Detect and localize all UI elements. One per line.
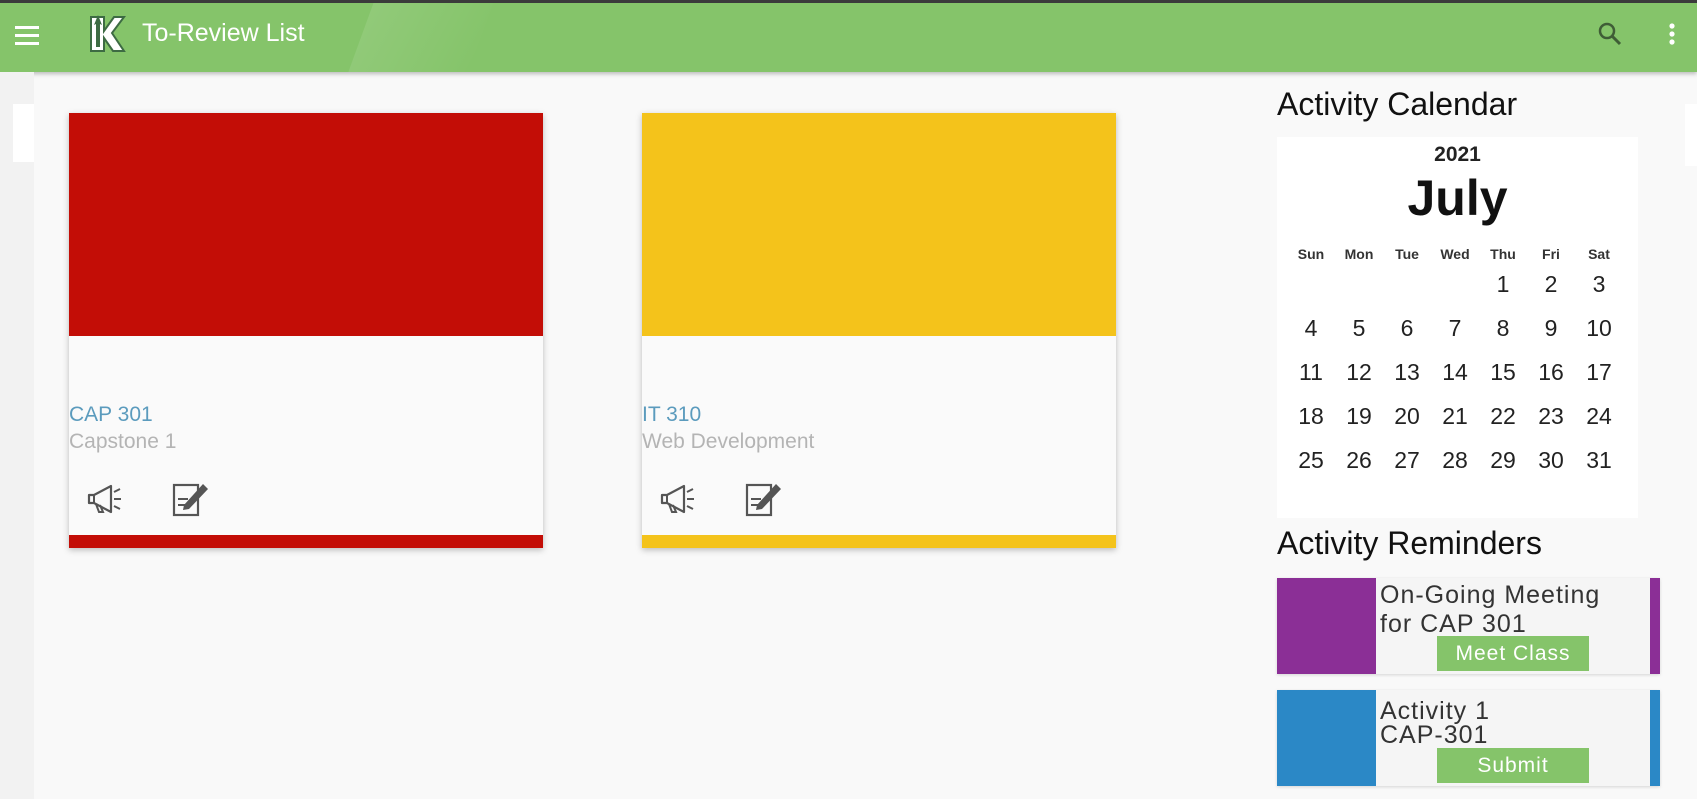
calendar-day[interactable]: 2 (1527, 266, 1575, 310)
calendar-day[interactable]: 18 (1287, 398, 1335, 442)
announcement-icon[interactable] (85, 479, 125, 519)
calendar-day[interactable]: 25 (1287, 442, 1335, 486)
calendar-empty-cell (1431, 266, 1479, 310)
activity-calendar-heading: Activity Calendar (1277, 86, 1518, 122)
calendar-empty-cell (1287, 266, 1335, 310)
calendar-day[interactable]: 27 (1383, 442, 1431, 486)
reminder-color-edge (1650, 578, 1660, 674)
calendar-day[interactable]: 7 (1431, 310, 1479, 354)
announcement-icon[interactable] (658, 479, 698, 519)
calendar-day[interactable]: 20 (1383, 398, 1431, 442)
course-color-bar (69, 535, 543, 548)
activity-calendar: 2021 July Sun Mon Tue Wed Thu Fri Sat 1 2 3 4 5 6 7 8 9… (1277, 137, 1638, 518)
calendar-day[interactable]: 30 (1527, 442, 1575, 486)
calendar-empty-cell (1383, 266, 1431, 310)
course-cover-banner (69, 113, 543, 336)
calendar-weekday-label: Mon (1344, 246, 1374, 262)
menu-button[interactable] (12, 19, 44, 51)
calendar-day[interactable]: 24 (1575, 398, 1623, 442)
calendar-day[interactable]: 17 (1575, 354, 1623, 398)
edit-document-icon[interactable] (170, 479, 210, 519)
collapsed-drawer-tab[interactable] (13, 104, 34, 162)
calendar-day[interactable]: 23 (1527, 398, 1575, 442)
edit-document-icon[interactable] (743, 479, 783, 519)
calendar-day[interactable]: 10 (1575, 310, 1623, 354)
course-code[interactable]: CAP 301 (69, 403, 153, 427)
reminder-card[interactable]: Activity 1 CAP-301 Submit (1277, 690, 1660, 786)
left-side-strip (0, 72, 34, 799)
course-card-cap-301[interactable]: CAP 301 Capstone 1 (69, 113, 543, 548)
hamburger-menu-icon-bar (15, 34, 39, 37)
submit-button[interactable]: Submit (1437, 748, 1589, 783)
activity-reminders-heading: Activity Reminders (1277, 525, 1542, 561)
reminder-color-swatch (1277, 578, 1376, 674)
reminder-title: On-Going Meeting for CAP 301 (1380, 581, 1600, 639)
calendar-day[interactable]: 5 (1335, 310, 1383, 354)
hamburger-menu-icon (15, 26, 39, 29)
reminder-title-line: for CAP 301 (1380, 610, 1527, 638)
more-vertical-icon[interactable] (1656, 18, 1688, 50)
calendar-weekday-label: Wed (1440, 246, 1470, 262)
page-title: To-Review List (142, 19, 305, 47)
calendar-day[interactable]: 14 (1431, 354, 1479, 398)
calendar-month: July (1407, 170, 1508, 226)
course-name: Web Development (642, 430, 815, 453)
calendar-year: 2021 (1434, 143, 1481, 166)
calendar-day[interactable]: 8 (1479, 310, 1527, 354)
calendar-day[interactable]: 21 (1431, 398, 1479, 442)
reminder-title-line: On-Going Meeting (1380, 581, 1601, 609)
course-name: Capstone 1 (69, 430, 177, 453)
calendar-day[interactable]: 12 (1335, 354, 1383, 398)
calendar-weekday-label: Sun (1297, 246, 1325, 262)
calendar-weekday-label: Tue (1395, 246, 1419, 262)
calendar-day[interactable]: 9 (1527, 310, 1575, 354)
calendar-day[interactable]: 19 (1335, 398, 1383, 442)
calendar-weekday-label: Sat (1588, 246, 1610, 262)
calendar-day[interactable]: 16 (1527, 354, 1575, 398)
calendar-day[interactable]: 28 (1431, 442, 1479, 486)
course-cover-banner (642, 113, 1116, 336)
calendar-empty-cell (1335, 266, 1383, 310)
app-logo (90, 15, 126, 52)
calendar-day[interactable]: 4 (1287, 310, 1335, 354)
calendar-day[interactable]: 11 (1287, 354, 1335, 398)
course-card-it-310[interactable]: IT 310 Web Development (642, 113, 1116, 548)
calendar-day[interactable]: 29 (1479, 442, 1527, 486)
calendar-day[interactable]: 15 (1479, 354, 1527, 398)
meet-class-button[interactable]: Meet Class (1437, 636, 1589, 671)
calendar-day[interactable]: 1 (1479, 266, 1527, 310)
calendar-day[interactable]: 6 (1383, 310, 1431, 354)
hamburger-menu-icon-bar (15, 42, 39, 45)
course-code[interactable]: IT 310 (642, 403, 701, 427)
calendar-grid: Sun Mon Tue Wed Thu Fri Sat 1 2 3 4 5 6 7 8 9 10 11 12 13 14… (1287, 246, 1623, 486)
right-edge-tab[interactable] (1685, 104, 1697, 166)
calendar-weekday-label: Fri (1542, 246, 1560, 262)
reminder-title-line: CAP-301 (1380, 721, 1489, 749)
reminder-title-line: Activity 1 (1380, 697, 1491, 725)
reminder-color-swatch (1277, 690, 1376, 786)
top-bar-highlight (345, 3, 495, 72)
calendar-day[interactable]: 26 (1335, 442, 1383, 486)
calendar-day[interactable]: 13 (1383, 354, 1431, 398)
calendar-day[interactable]: 3 (1575, 266, 1623, 310)
calendar-day[interactable]: 22 (1479, 398, 1527, 442)
calendar-weekday-label: Thu (1490, 246, 1516, 262)
top-app-bar: To-Review List (0, 0, 1697, 72)
reminder-card[interactable]: On-Going Meeting for CAP 301 Meet Class (1277, 578, 1660, 674)
reminder-color-edge (1650, 690, 1660, 786)
course-color-bar (642, 535, 1116, 548)
calendar-day[interactable]: 31 (1575, 442, 1623, 486)
search-icon[interactable] (1594, 18, 1626, 50)
reminder-title: Activity 1 CAP-301 (1380, 697, 1491, 749)
